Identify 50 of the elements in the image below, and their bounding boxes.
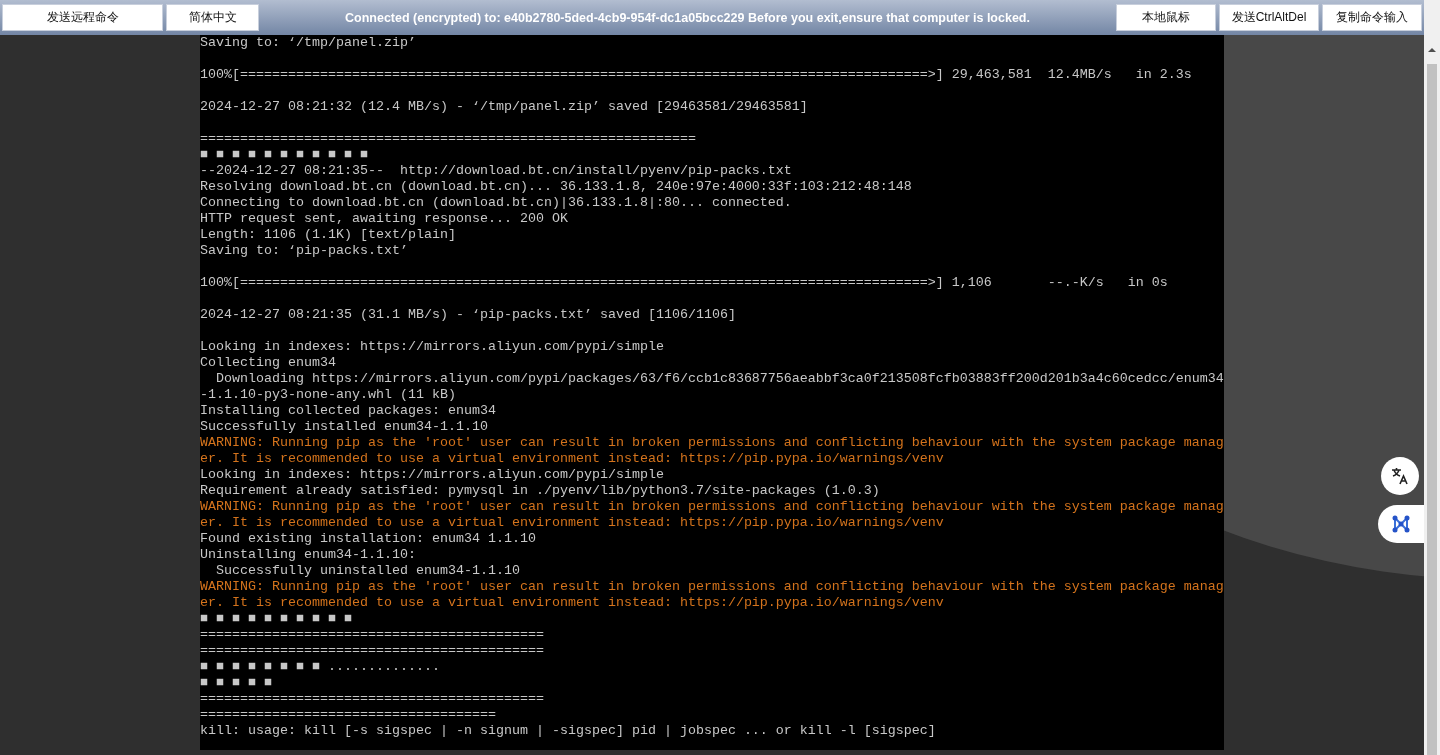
terminal-line: ■ ■ ■ ■ ■ ■ ■ ■ ■ ■ <box>200 611 352 627</box>
terminal-line: kill: usage: kill [-s sigspec | -n signum | -sigspec] pid | jobspec ... or kill -l [sigspec] <box>200 723 936 739</box>
terminal-line: =========================================== <box>200 691 544 707</box>
terminal-line: Collecting enum34 <box>200 355 336 371</box>
terminal-line: =========================================== <box>200 627 544 643</box>
terminal-line: Requirement already satisfied: pymysql in ./pyenv/lib/python3.7/site-packages (1.0.3) <box>200 483 880 499</box>
connection-status: Connected (encrypted) to: e40b2780-5ded-4cb9-954f-dc1a05bcc229 Before you exit,ensure that computer is locked. <box>345 10 1030 25</box>
network-button[interactable] <box>1378 505 1424 543</box>
terminal-line: Downloading https://mirrors.aliyun.com/pypi/packages/63/f6/ccb1c83687756aeabbf3ca0f213508fcfb03883ff200d201b3a4c60cedcc/enum34 <box>215 371 1224 387</box>
terminal-line: Saving to: ‘/tmp/panel.zip’ <box>200 35 416 51</box>
terminal-line: Length: 1106 (1.1K) [text/plain] <box>200 227 456 243</box>
warning-line: er. It is recommended to use a virtual environment instead: https://pip.pypa.io/warnings/venv <box>200 595 944 611</box>
network-icon <box>1390 513 1412 535</box>
terminal-line: 100%[======================================================================================>] 29,463,581 12.4MB/s in 2.3s <box>200 67 1192 83</box>
toolbar-button[interactable]: 发送CtrlAltDel <box>1219 4 1319 31</box>
terminal-line: 2024-12-27 08:21:35 (31.1 MB/s) - ‘pip-packs.txt’ saved [1106/1106] <box>200 307 736 323</box>
terminal-line: Successfully installed enum34-1.1.10 <box>200 419 488 435</box>
terminal-line: HTTP request sent, awaiting response... 200 OK <box>200 211 568 227</box>
terminal[interactable] <box>200 35 1224 750</box>
toolbar-button[interactable]: 简体中文 <box>166 4 259 31</box>
warning-line: er. It is recommended to use a virtual environment instead: https://pip.pypa.io/warnings/venv <box>200 515 944 531</box>
terminal-line: --2024-12-27 08:21:35-- http://download.bt.cn/install/pyenv/pip-packs.txt <box>200 163 792 179</box>
terminal-line: Resolving download.bt.cn (download.bt.cn)... 36.133.1.8, 240e:97e:4000:33f:103:212:48:148 <box>200 179 912 195</box>
terminal-line: ■ ■ ■ ■ ■ <box>200 675 272 691</box>
terminal-line: ===================================== <box>200 707 496 723</box>
toolbar-button[interactable]: 复制命令输入 <box>1322 4 1422 31</box>
warning-line: WARNING: Running pip as the 'root' user can result in broken permissions and conflicting behaviour with the system package manag <box>200 579 1224 595</box>
terminal-line: -1.1.10-py3-none-any.whl (11 kB) <box>200 387 456 403</box>
terminal-line: Connecting to download.bt.cn (download.bt.cn)|36.133.1.8|:80... connected. <box>200 195 792 211</box>
terminal-line: ■ ■ ■ ■ ■ ■ ■ ■ .............. <box>200 659 440 675</box>
terminal-line: Saving to: ‘pip-packs.txt’ <box>200 243 408 259</box>
terminal-line: Looking in indexes: https://mirrors.aliyun.com/pypi/simple <box>200 339 664 355</box>
scroll-up-icon[interactable] <box>1427 46 1437 54</box>
terminal-line: 100%[======================================================================================>] 1,106 --.-K/s in 0s <box>200 275 1168 291</box>
terminal-line: Uninstalling enum34-1.1.10: <box>200 547 416 563</box>
warning-line: er. It is recommended to use a virtual environment instead: https://pip.pypa.io/warnings/venv <box>200 451 944 467</box>
warning-line: WARNING: Running pip as the 'root' user can result in broken permissions and conflicting behaviour with the system package manag <box>200 499 1224 515</box>
toolbar-button[interactable]: 本地鼠标 <box>1116 4 1216 31</box>
terminal-line: Successfully uninstalled enum34-1.1.10 <box>215 563 520 579</box>
terminal-line: ============================================================== <box>200 131 696 147</box>
translate-icon <box>1390 466 1410 486</box>
toolbar-button[interactable]: 发送远程命令 <box>2 4 163 31</box>
terminal-line: Found existing installation: enum34 1.1.10 <box>200 531 536 547</box>
terminal-line: Looking in indexes: https://mirrors.aliyun.com/pypi/simple <box>200 467 664 483</box>
scrollbar[interactable] <box>1424 0 1440 755</box>
terminal-line: ■ ■ ■ ■ ■ ■ ■ ■ ■ ■ ■ <box>200 147 368 163</box>
terminal-line: =========================================== <box>200 643 544 659</box>
warning-line: WARNING: Running pip as the 'root' user can result in broken permissions and conflicting behaviour with the system package manag <box>200 435 1224 451</box>
terminal-line: Installing collected packages: enum34 <box>200 403 496 419</box>
terminal-line: 2024-12-27 08:21:32 (12.4 MB/s) - ‘/tmp/panel.zip’ saved [29463581/29463581] <box>200 99 808 115</box>
